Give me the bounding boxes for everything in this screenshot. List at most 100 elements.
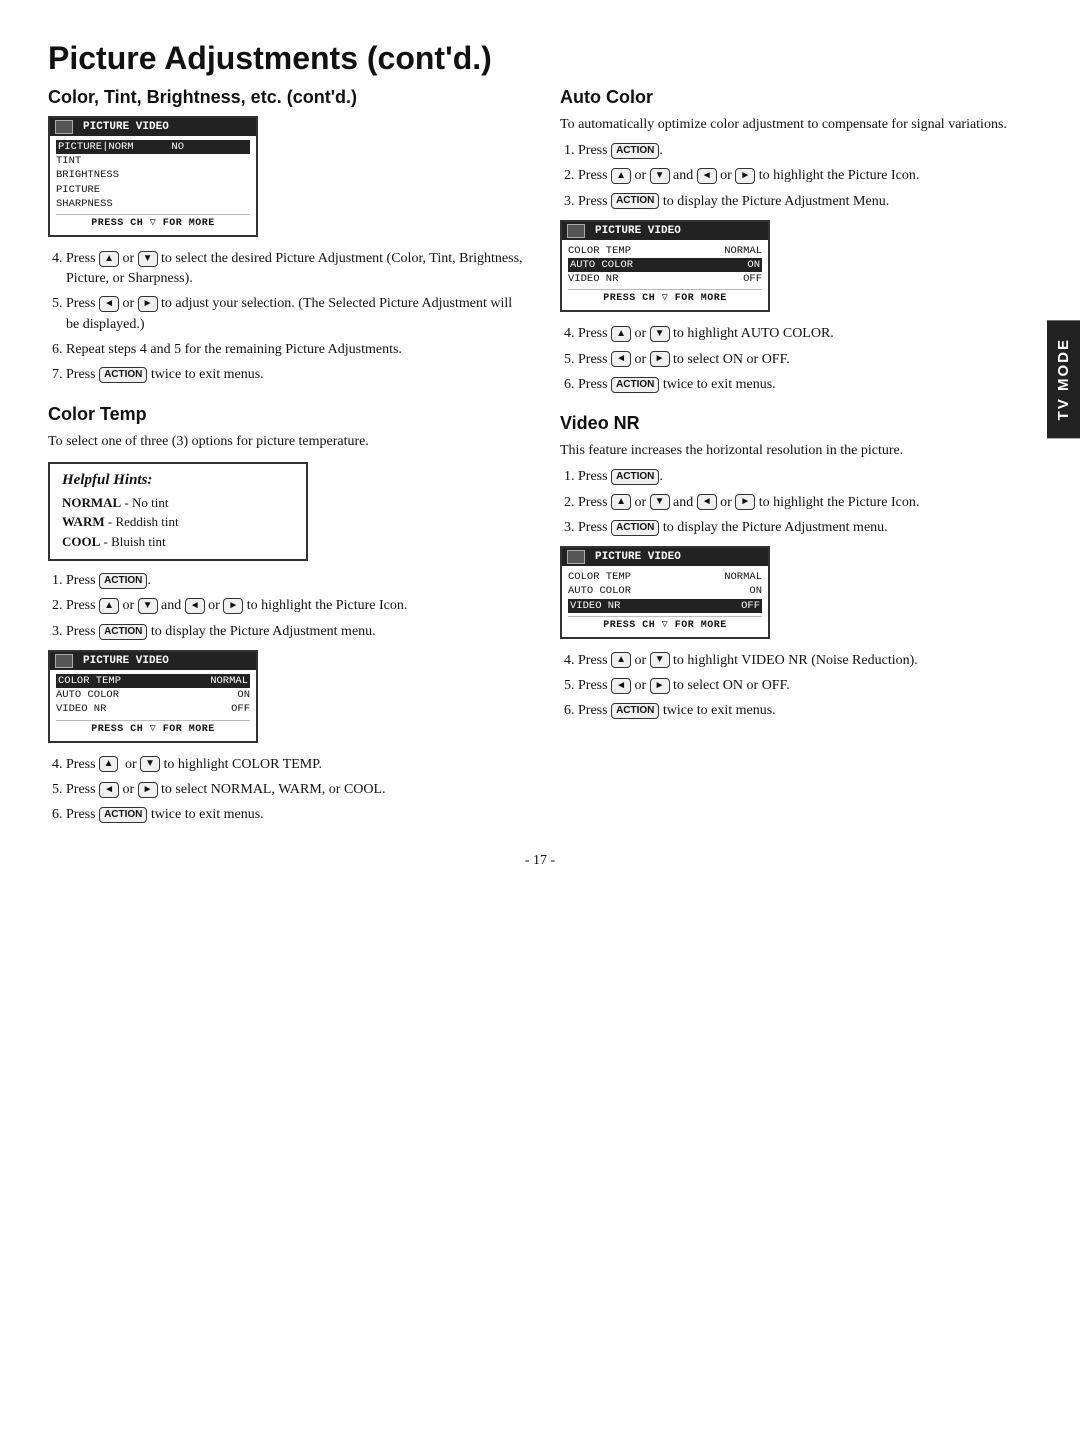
- screen-vnr-row2: AUTO COLORON: [568, 584, 762, 598]
- action-btn: ACTION: [99, 367, 147, 383]
- right-btn6: ►: [735, 494, 755, 510]
- video-nr-steps-b: Press ▲ or ▼ to highlight VIDEO NR (Nois…: [578, 651, 1032, 722]
- vnr-step-6: Press ACTION twice to exit menus.: [578, 701, 1032, 721]
- action-btn10: ACTION: [611, 703, 659, 719]
- up-btn5: ▲: [611, 326, 631, 342]
- action-btn5: ACTION: [611, 143, 659, 159]
- auto-color-title: Auto Color: [560, 87, 1032, 108]
- screen-ac-press: PRESS CH ▽ FOR MORE: [568, 289, 762, 304]
- vnr-step-5: Press ◄ or ► to select ON or OFF.: [578, 676, 1032, 696]
- screen1-row-picture: PICTURE: [56, 183, 250, 197]
- screen-ac-row2: AUTO COLORON: [568, 258, 762, 272]
- action-btn7: ACTION: [611, 377, 659, 393]
- left-btn7: ◄: [611, 678, 631, 694]
- vnr-step-3: Press ACTION to display the Picture Adju…: [578, 518, 1032, 538]
- color-temp-title: Color Temp: [48, 404, 528, 425]
- color-temp-text: To select one of three (3) options for p…: [48, 431, 528, 452]
- screen-color-temp: PICTURE VIDEO COLOR TEMPNORMAL AUTO COLO…: [48, 650, 258, 743]
- screen1-row-sharpness: SHARPNESS: [56, 197, 250, 211]
- step-5: Press ◄ or ► to adjust your selection. (…: [66, 294, 528, 335]
- step-4: Press ▲ or ▼ to select the desired Pictu…: [66, 249, 528, 290]
- vnr-step-1: Press ACTION.: [578, 467, 1032, 487]
- color-temp-steps-b: Press ACTION. Press ▲ or ▼ and ◄ or ► to…: [66, 571, 528, 642]
- left-section-title: Color, Tint, Brightness, etc. (cont'd.): [48, 87, 528, 108]
- ac-step-5: Press ◄ or ► to select ON or OFF.: [578, 350, 1032, 370]
- screen1-row-tint: TINT: [56, 154, 250, 168]
- page-title: Picture Adjustments (cont'd.): [48, 40, 1032, 77]
- screen1-highlighted: PICTURE|NORM NO: [56, 140, 250, 154]
- tv-icon2: [55, 654, 73, 668]
- down-btn: ▼: [138, 251, 158, 267]
- screen-vnr-row3: VIDEO NROFF: [568, 599, 762, 613]
- hint-item-3: COOL - Bluish tint: [62, 532, 294, 552]
- action-btn2: ACTION: [99, 573, 147, 589]
- action-btn8: ACTION: [611, 469, 659, 485]
- ct-step-1: Press ACTION.: [66, 571, 528, 591]
- screen-ac-row3: VIDEO NROFF: [568, 272, 762, 286]
- up-btn7: ▲: [611, 652, 631, 668]
- down-btn5: ▼: [650, 326, 670, 342]
- vnr-step-2: Press ▲ or ▼ and ◄ or ► to highlight the…: [578, 493, 1032, 513]
- video-nr-steps-a: Press ACTION. Press ▲ or ▼ and ◄ or ► to…: [578, 467, 1032, 538]
- ac-step-1: Press ACTION.: [578, 141, 1032, 161]
- auto-color-steps-a: Press ACTION. Press ▲ or ▼ and ◄ or ► to…: [578, 141, 1032, 212]
- right-btn4: ►: [735, 168, 755, 184]
- ct-step-5: Press ◄ or ► to select NORMAL, WARM, or …: [66, 780, 528, 800]
- ac-step-3: Press ACTION to display the Picture Adju…: [578, 192, 1032, 212]
- action-btn3: ACTION: [99, 624, 147, 640]
- vnr-step-4: Press ▲ or ▼ to highlight VIDEO NR (Nois…: [578, 651, 1032, 671]
- ct-step-6: Press ACTION twice to exit menus.: [66, 805, 528, 825]
- screen1-press-row: PRESS CH ▽ FOR MORE: [56, 214, 250, 229]
- tv-icon4: [567, 550, 585, 564]
- up-btn: ▲: [99, 251, 119, 267]
- up-btn3: ▲: [99, 756, 119, 772]
- left-btn6: ◄: [697, 494, 717, 510]
- video-nr-title: Video NR: [560, 413, 1032, 434]
- left-btn5: ◄: [611, 351, 631, 367]
- steps-a: Press ▲ or ▼ to select the desired Pictu…: [66, 249, 528, 386]
- down-btn7: ▼: [650, 652, 670, 668]
- right-btn7: ►: [650, 678, 670, 694]
- left-btn2: ◄: [185, 598, 205, 614]
- ac-step-6: Press ACTION twice to exit menus.: [578, 375, 1032, 395]
- video-nr-text: This feature increases the horizontal re…: [560, 440, 1032, 461]
- left-btn: ◄: [99, 296, 119, 312]
- screen1-label: PICTURE VIDEO: [83, 121, 169, 133]
- color-temp-steps-c: Press▲ or ▼ to highlight COLOR TEMP. Pre…: [66, 755, 528, 826]
- tv-icon: [55, 120, 73, 134]
- up-btn6: ▲: [611, 494, 631, 510]
- down-btn4: ▼: [650, 168, 670, 184]
- screen-vnr-label: PICTURE VIDEO: [595, 551, 681, 563]
- screen-vnr-row1: COLOR TEMPNORMAL: [568, 570, 762, 584]
- screen-vnr-press: PRESS CH ▽ FOR MORE: [568, 616, 762, 631]
- screen-picture-norm: PICTURE VIDEO PICTURE|NORM NO TINT BRIGH…: [48, 116, 258, 237]
- down-btn2: ▼: [138, 598, 158, 614]
- action-btn4: ACTION: [99, 807, 147, 823]
- step-6: Repeat steps 4 and 5 for the remaining P…: [66, 340, 528, 360]
- step-7: Press ACTION twice to exit menus.: [66, 365, 528, 385]
- screen-auto-color: PICTURE VIDEO COLOR TEMPNORMAL AUTO COLO…: [560, 220, 770, 313]
- left-btn3: ◄: [99, 782, 119, 798]
- right-btn5: ►: [650, 351, 670, 367]
- screen-ac-row1: COLOR TEMPNORMAL: [568, 244, 762, 258]
- right-btn: ►: [138, 296, 158, 312]
- down-btn6: ▼: [650, 494, 670, 510]
- ct-step-2: Press ▲ or ▼ and ◄ or ► to highlight the…: [66, 596, 528, 616]
- auto-color-steps-b: Press ▲ or ▼ to highlight AUTO COLOR. Pr…: [578, 324, 1032, 395]
- hint-title: Helpful Hints:: [62, 472, 294, 489]
- ac-step-4: Press ▲ or ▼ to highlight AUTO COLOR.: [578, 324, 1032, 344]
- left-column: Color, Tint, Brightness, etc. (cont'd.) …: [48, 87, 528, 833]
- ct-step-3: Press ACTION to display the Picture Adju…: [66, 622, 528, 642]
- action-btn9: ACTION: [611, 520, 659, 536]
- screen-video-nr: PICTURE VIDEO COLOR TEMPNORMAL AUTO COLO…: [560, 546, 770, 639]
- tv-mode-tab: TV MODE: [1047, 320, 1080, 438]
- auto-color-text: To automatically optimize color adjustme…: [560, 114, 1032, 135]
- screen2-label: PICTURE VIDEO: [83, 655, 169, 667]
- screen2-row2: AUTO COLORON: [56, 688, 250, 702]
- page-number: - 17 -: [48, 853, 1032, 869]
- ct-step-4: Press▲ or ▼ to highlight COLOR TEMP.: [66, 755, 528, 775]
- right-column: Auto Color To automatically optimize col…: [560, 87, 1032, 833]
- screen-ac-label: PICTURE VIDEO: [595, 225, 681, 237]
- left-btn4: ◄: [697, 168, 717, 184]
- screen2-press-row: PRESS CH ▽ FOR MORE: [56, 720, 250, 735]
